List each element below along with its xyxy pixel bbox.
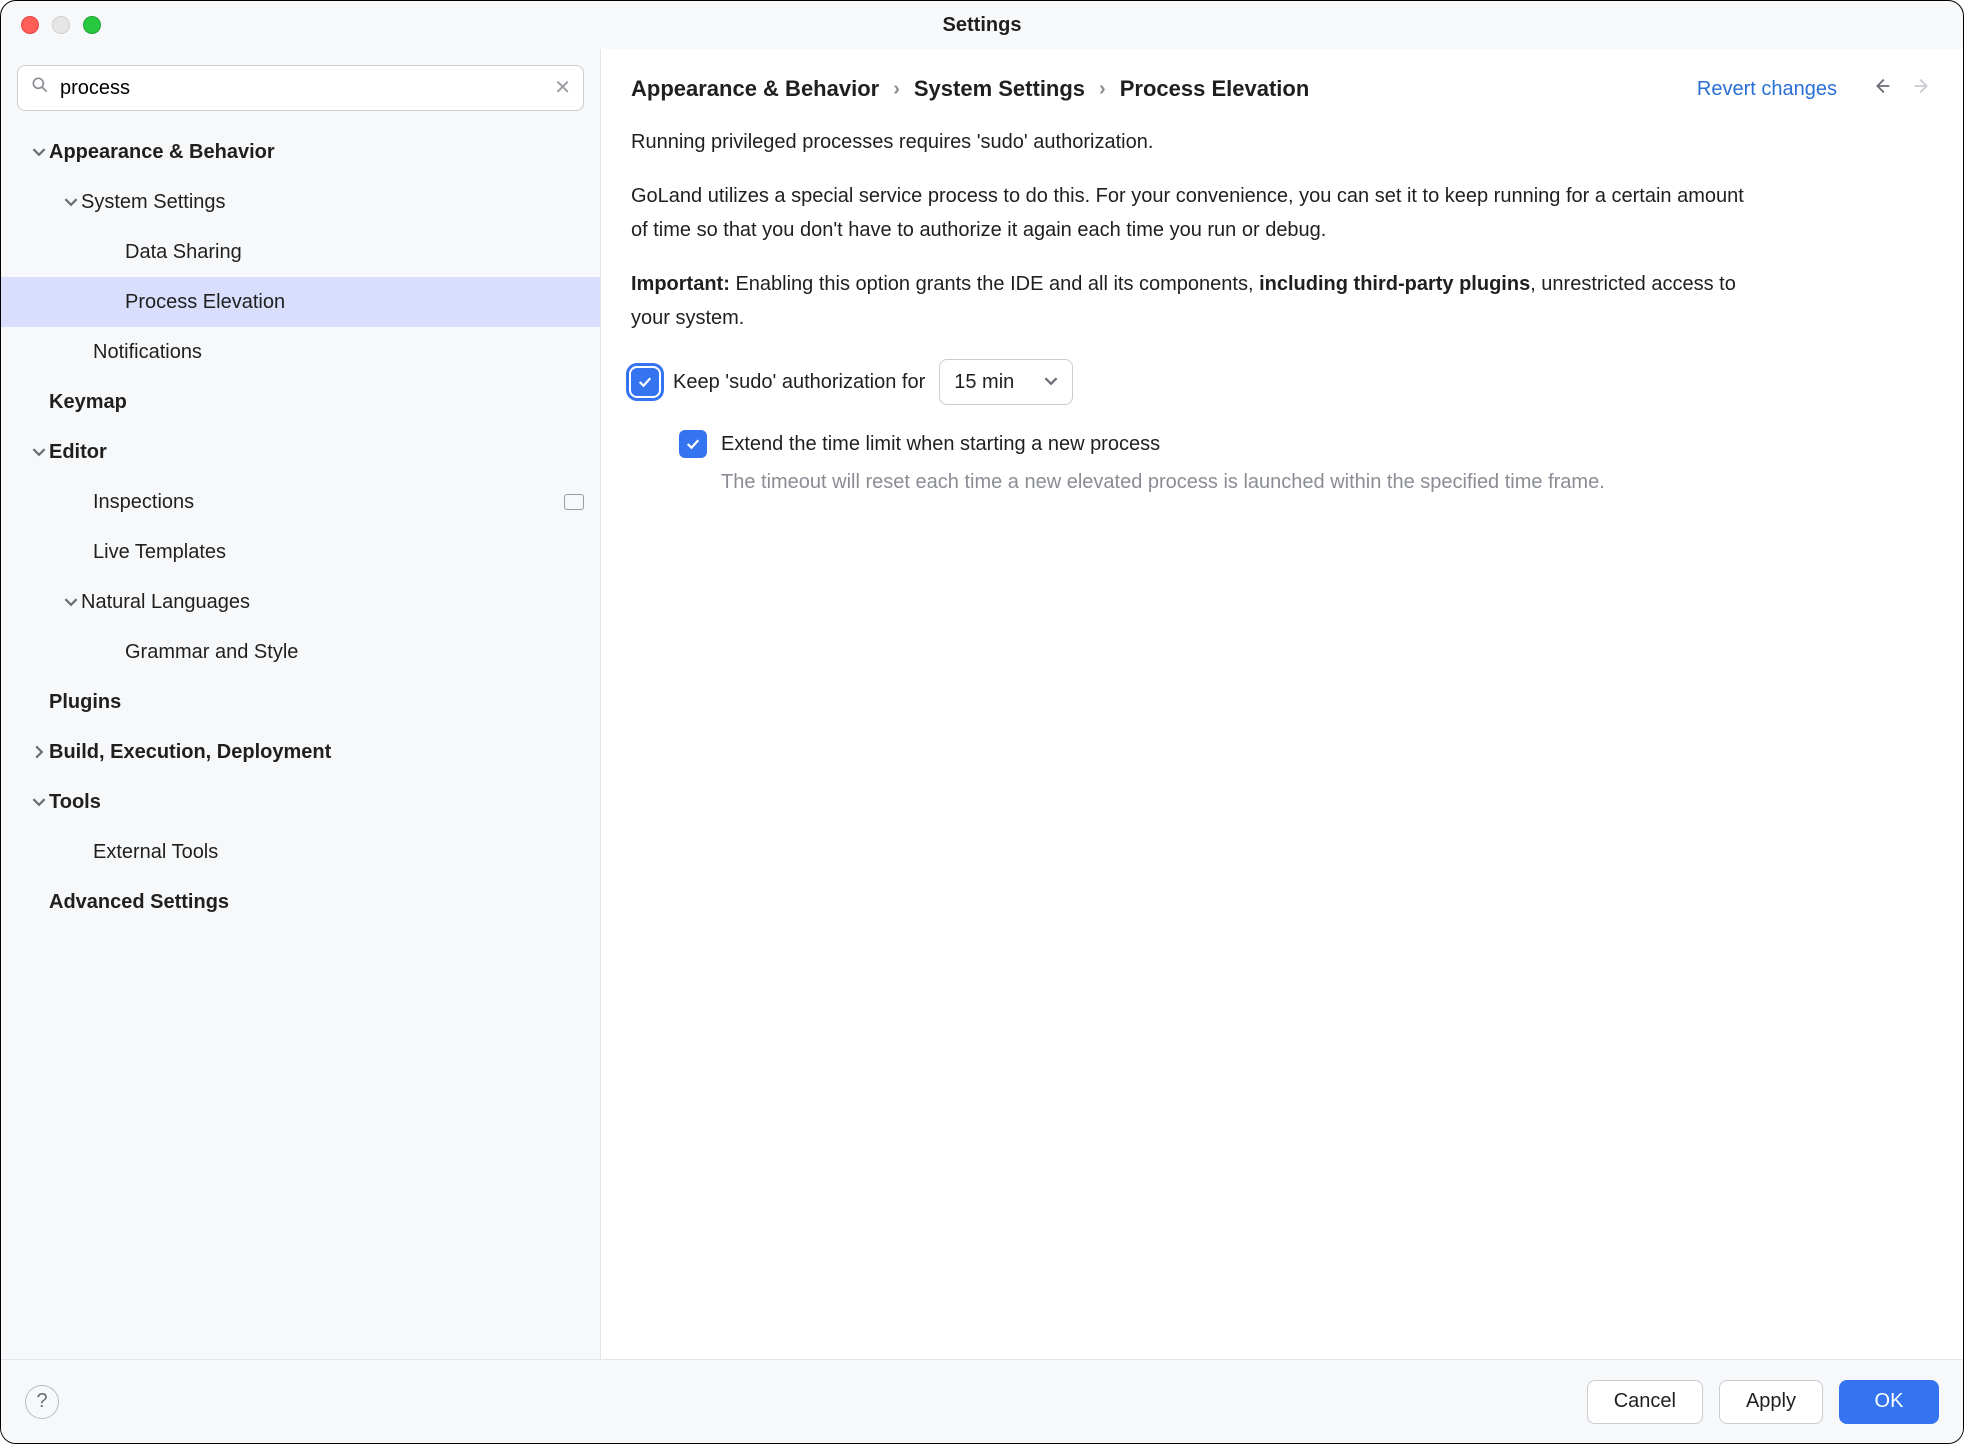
help-button[interactable]: ? [25, 1385, 59, 1419]
breadcrumb-appearance[interactable]: Appearance & Behavior [631, 76, 879, 102]
clear-search-icon[interactable]: ✕ [554, 78, 571, 98]
titlebar: Settings [1, 1, 1963, 49]
keep-auth-option: Keep 'sudo' authorization for 15 min [631, 359, 1923, 405]
tree-label: Process Elevation [125, 291, 285, 314]
cancel-button[interactable]: Cancel [1587, 1380, 1703, 1424]
breadcrumb-separator: › [893, 78, 900, 101]
settings-window: Settings ✕ [0, 0, 1964, 1444]
extend-label: Extend the time limit when starting a ne… [721, 427, 1160, 461]
tree-item-build-execution-deployment[interactable]: Build, Execution, Deployment [1, 727, 600, 777]
settings-tree: Appearance & Behavior System Settings Da… [1, 121, 600, 1359]
chevron-down-icon [29, 445, 49, 459]
breadcrumb-separator: › [1099, 78, 1106, 101]
zoom-window-button[interactable] [83, 16, 101, 34]
tree-label: Natural Languages [81, 591, 250, 614]
duration-value: 15 min [954, 365, 1014, 399]
modified-indicator-icon [564, 494, 584, 510]
ok-button[interactable]: OK [1839, 1380, 1939, 1424]
tree-item-grammar-style[interactable]: Grammar and Style [1, 627, 600, 677]
important-text-1: Enabling this option grants the IDE and … [730, 273, 1259, 295]
chevron-right-icon [29, 745, 49, 759]
tree-item-external-tools[interactable]: External Tools [1, 827, 600, 877]
content-panel: Appearance & Behavior › System Settings … [601, 49, 1963, 1359]
minimize-window-button[interactable] [52, 16, 70, 34]
tree-item-system-settings[interactable]: System Settings [1, 177, 600, 227]
tree-label: Plugins [49, 691, 121, 714]
footer: ? Cancel Apply OK [1, 1359, 1963, 1443]
tree-label: Advanced Settings [49, 891, 229, 914]
description-paragraph-1: Running privileged processes requires 's… [631, 125, 1751, 159]
tree-item-editor[interactable]: Editor [1, 427, 600, 477]
tree-label: Tools [49, 791, 101, 814]
nav-arrows [1871, 75, 1933, 103]
tree-item-keymap[interactable]: Keymap [1, 377, 600, 427]
tree-label: Live Templates [93, 541, 226, 564]
duration-select[interactable]: 15 min [939, 359, 1073, 405]
tree-item-advanced-settings[interactable]: Advanced Settings [1, 877, 600, 927]
sidebar: ✕ Appearance & Behavior System Settings [1, 49, 601, 1359]
tree-item-process-elevation[interactable]: Process Elevation [1, 277, 600, 327]
breadcrumb-system-settings[interactable]: System Settings [914, 76, 1085, 102]
tree-label: External Tools [93, 841, 218, 864]
extend-option: Extend the time limit when starting a ne… [679, 427, 1779, 498]
close-window-button[interactable] [21, 16, 39, 34]
apply-button[interactable]: Apply [1719, 1380, 1823, 1424]
chevron-down-icon [61, 195, 81, 209]
breadcrumb-process-elevation: Process Elevation [1120, 76, 1310, 102]
tree-label: Data Sharing [125, 241, 242, 264]
tree-item-data-sharing[interactable]: Data Sharing [1, 227, 600, 277]
keep-auth-checkbox[interactable] [631, 368, 659, 396]
search-icon [30, 75, 50, 101]
tree-label: Appearance & Behavior [49, 141, 275, 164]
tree-label: Notifications [93, 341, 202, 364]
tree-item-plugins[interactable]: Plugins [1, 677, 600, 727]
tree-item-live-templates[interactable]: Live Templates [1, 527, 600, 577]
important-note: Important: Enabling this option grants t… [631, 267, 1751, 335]
important-label: Important: [631, 273, 730, 295]
forward-icon [1911, 75, 1933, 103]
extend-hint: The timeout will reset each time a new e… [721, 467, 1779, 498]
tree-label: Grammar and Style [125, 641, 298, 664]
revert-changes-link[interactable]: Revert changes [1697, 78, 1837, 101]
chevron-down-icon [29, 145, 49, 159]
tree-item-tools[interactable]: Tools [1, 777, 600, 827]
tree-label: Build, Execution, Deployment [49, 741, 331, 764]
extend-checkbox[interactable] [679, 430, 707, 458]
tree-item-appearance-behavior[interactable]: Appearance & Behavior [1, 127, 600, 177]
chevron-down-icon [29, 795, 49, 809]
window-title: Settings [1, 14, 1963, 37]
important-bold: including third-party plugins [1259, 273, 1530, 295]
tree-item-notifications[interactable]: Notifications [1, 327, 600, 377]
chevron-down-icon [1044, 365, 1058, 399]
tree-label: Inspections [93, 491, 194, 514]
search-input[interactable] [60, 77, 544, 100]
search-field[interactable]: ✕ [17, 65, 584, 111]
tree-label: Keymap [49, 391, 127, 414]
tree-label: System Settings [81, 191, 226, 214]
back-icon[interactable] [1871, 75, 1893, 103]
chevron-down-icon [61, 595, 81, 609]
tree-label: Editor [49, 441, 107, 464]
window-controls [1, 16, 101, 34]
keep-auth-label: Keep 'sudo' authorization for [673, 365, 925, 399]
tree-item-inspections[interactable]: Inspections [1, 477, 600, 527]
description-paragraph-2: GoLand utilizes a special service proces… [631, 179, 1751, 247]
content-header: Appearance & Behavior › System Settings … [601, 49, 1963, 121]
tree-item-natural-languages[interactable]: Natural Languages [1, 577, 600, 627]
